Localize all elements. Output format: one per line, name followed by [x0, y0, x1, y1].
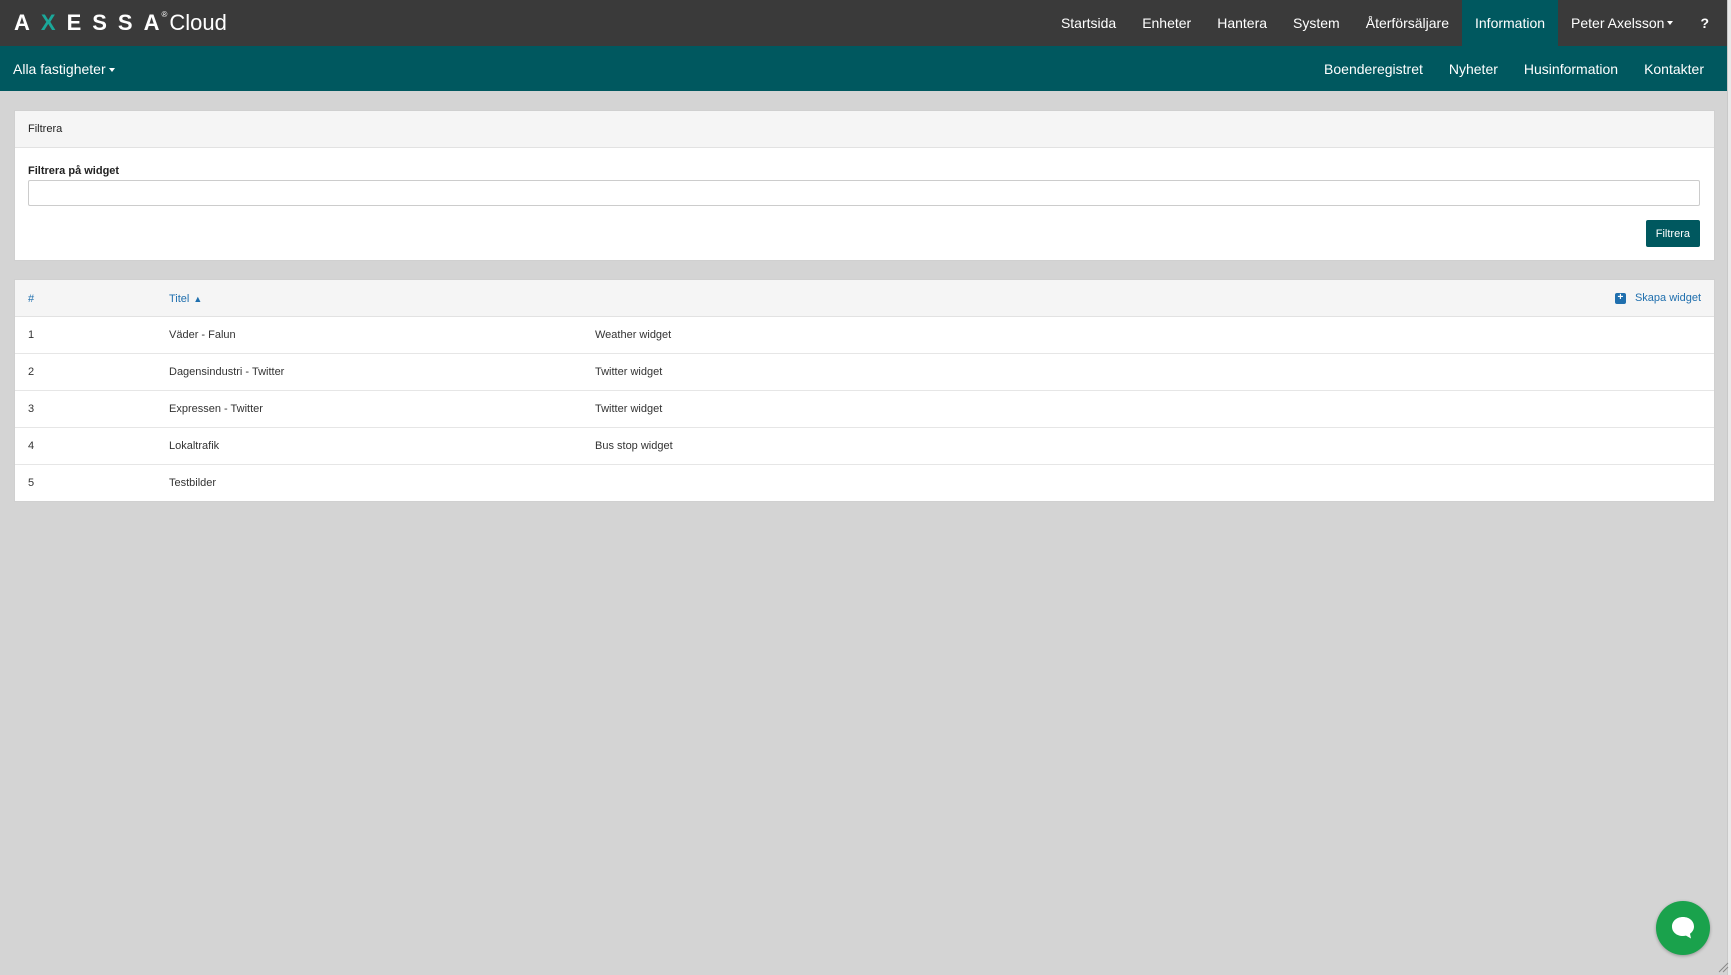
- row-title: Expressen - Twitter: [169, 403, 263, 415]
- help-button[interactable]: ?: [1686, 0, 1731, 46]
- widget-table: # Titel ▲︎ + Skapa widget 1 Väder - Falun …: [14, 279, 1715, 502]
- nav-information[interactable]: Information: [1462, 0, 1559, 46]
- resize-handle-icon[interactable]: [1717, 961, 1729, 973]
- top-navbar: AXESSA ® Cloud Startsida Enheter Hantera S…: [0, 0, 1731, 46]
- row-number: 5: [28, 477, 35, 489]
- sub-nav: Boenderegistret Nyheter Husinformation K…: [1311, 61, 1731, 77]
- table-row[interactable]: 3 Expressen - Twitter Twitter widget: [15, 391, 1714, 428]
- row-type: Weather widget: [595, 329, 672, 341]
- nav-aterforsaljare[interactable]: Återförsäljare: [1353, 0, 1462, 46]
- chevron-down-icon: [108, 67, 115, 72]
- nav-system[interactable]: System: [1280, 0, 1353, 46]
- row-type: Twitter widget: [595, 403, 663, 415]
- row-number: 1: [28, 329, 35, 341]
- chat-bubble-icon: [1672, 917, 1694, 939]
- row-number: 3: [28, 403, 35, 415]
- property-select[interactable]: Alla fastigheter: [0, 61, 115, 77]
- nav-startsida[interactable]: Startsida: [1048, 0, 1129, 46]
- user-menu[interactable]: Peter Axelsson: [1558, 0, 1686, 46]
- row-title: Dagensindustri - Twitter: [169, 366, 285, 378]
- nav-enheter[interactable]: Enheter: [1129, 0, 1204, 46]
- row-number: 4: [28, 440, 35, 452]
- table-header: # Titel ▲︎ + Skapa widget: [15, 280, 1714, 317]
- brand-logo[interactable]: AXESSA ® Cloud: [0, 0, 227, 46]
- row-type: Twitter widget: [595, 366, 663, 378]
- row-type: Bus stop widget: [595, 440, 673, 452]
- chat-launcher-button[interactable]: [1656, 901, 1710, 955]
- main-nav: Startsida Enheter Hantera System Återför…: [1048, 0, 1731, 46]
- column-header-number: #: [28, 293, 35, 305]
- filter-button[interactable]: Filtrera: [1645, 220, 1700, 247]
- brand-registered-mark: ®: [161, 9, 168, 19]
- column-header-title[interactable]: Titel ▲︎: [169, 293, 202, 305]
- sort-icon: ▲︎: [193, 294, 203, 305]
- create-widget-button[interactable]: + Skapa widget: [1614, 292, 1701, 304]
- subnav-kontakter[interactable]: Kontakter: [1631, 61, 1717, 77]
- filter-panel-heading: Filtrera: [15, 111, 1714, 148]
- subnav-nyheter[interactable]: Nyheter: [1436, 61, 1511, 77]
- subnav-boenderegistret[interactable]: Boenderegistret: [1311, 61, 1436, 77]
- nav-hantera[interactable]: Hantera: [1204, 0, 1280, 46]
- row-number: 2: [28, 366, 35, 378]
- brand-letters: AXESSA: [14, 10, 171, 35]
- table-row[interactable]: 1 Väder - Falun Weather widget: [15, 317, 1714, 354]
- table-row[interactable]: 5 Testbilder: [15, 465, 1714, 502]
- filter-widget-label: Filtrera på widget: [28, 165, 120, 177]
- filter-panel: Filtrera Filtrera på widget Filtrera: [14, 110, 1715, 261]
- sub-navbar: Alla fastigheter Boenderegistret Nyheter…: [0, 46, 1731, 91]
- brand-cloud: Cloud: [169, 10, 227, 35]
- row-title: Testbilder: [169, 477, 217, 489]
- subnav-husinformation[interactable]: Husinformation: [1511, 61, 1631, 77]
- table-row[interactable]: 4 Lokaltrafik Bus stop widget: [15, 428, 1714, 465]
- chevron-down-icon: [1667, 21, 1674, 25]
- filter-widget-input[interactable]: [28, 180, 1700, 206]
- plus-square-icon: +: [1614, 292, 1626, 304]
- window-right-edge: [1727, 0, 1731, 975]
- row-title: Lokaltrafik: [169, 440, 220, 452]
- row-title: Väder - Falun: [169, 329, 236, 341]
- table-row[interactable]: 2 Dagensindustri - Twitter Twitter widge…: [15, 354, 1714, 391]
